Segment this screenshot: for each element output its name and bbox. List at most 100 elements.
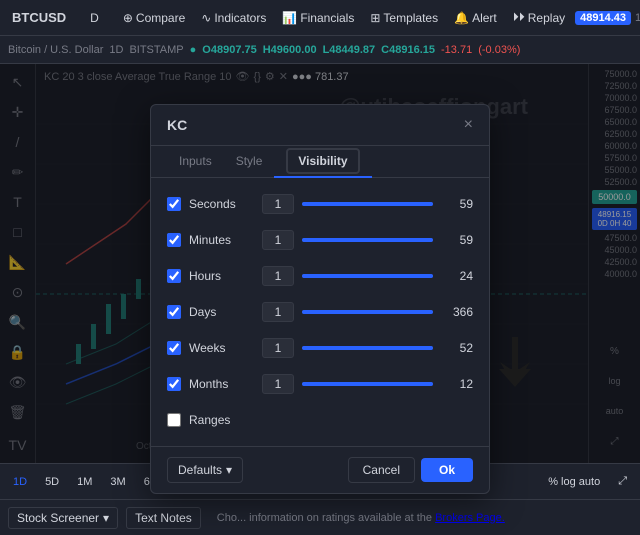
expand-icon[interactable]: ⤢ [613, 473, 632, 490]
timeframe-label: D [90, 11, 99, 25]
alert-label: Alert [472, 11, 497, 25]
main-toolbar: BTCUSD D ⊕ Compare ∿ Indicators 📊 Financ… [0, 0, 640, 36]
minutes-min-input[interactable] [262, 230, 294, 250]
action-buttons: Cancel Ok [348, 457, 473, 483]
text-notes-button[interactable]: Text Notes [126, 507, 201, 529]
weeks-max-value: 52 [441, 341, 473, 355]
months-checkbox[interactable] [167, 377, 181, 391]
minutes-row: Minutes 59 [167, 222, 473, 258]
change-value: -13.71 [441, 44, 472, 56]
templates-button[interactable]: ⊞ Templates [364, 8, 444, 28]
minutes-label: Minutes [189, 233, 254, 247]
time-1d[interactable]: 1D [8, 474, 32, 490]
months-max-value: 12 [441, 377, 473, 391]
replay-icon: ⏵⏵ [513, 10, 525, 25]
months-fill [302, 382, 433, 386]
hours-fill [302, 274, 433, 278]
change-pct: (-0.03%) [478, 44, 520, 56]
exchange-label: BITSTAMP [129, 44, 183, 56]
open-price: O48907.75 [202, 44, 256, 56]
tab-visibility[interactable]: Visibility [274, 146, 371, 178]
tab-inputs[interactable]: Inputs [167, 146, 224, 178]
price-badge-1: 48914.43 [575, 11, 631, 25]
indicators-icon: ∿ [201, 11, 211, 25]
cancel-button[interactable]: Cancel [348, 457, 415, 483]
weeks-label: Weeks [189, 341, 254, 355]
log-btn[interactable]: % log auto [543, 474, 605, 490]
compare-button[interactable]: ⊕ Compare [117, 8, 191, 28]
screener-chevron-icon: ▾ [103, 511, 109, 525]
hours-max-value: 24 [441, 269, 473, 283]
ranges-row: Ranges [167, 402, 473, 438]
months-slider[interactable] [302, 382, 433, 386]
alert-icon: 🔔 [454, 11, 469, 25]
dot-indicator: ● [190, 44, 197, 56]
chevron-down-icon: ▾ [226, 463, 232, 477]
modal-title: KC [167, 117, 187, 133]
financials-button[interactable]: 📊 Financials [276, 8, 360, 28]
indicators-label: Indicators [214, 11, 266, 25]
symbol-selector[interactable]: BTCUSD [6, 7, 72, 28]
days-label: Days [189, 305, 254, 319]
kc-settings-modal: KC × Inputs Style Visibility Seconds [150, 104, 490, 494]
symbol-label: BTCUSD [12, 10, 66, 25]
high-price: H49600.00 [263, 44, 317, 56]
info-bar: Bitcoin / U.S. Dollar 1D BITSTAMP ● O489… [0, 36, 640, 64]
replay-button[interactable]: ⏵⏵ Replay [507, 7, 571, 28]
months-min-input[interactable] [262, 374, 294, 394]
time-3m[interactable]: 3M [105, 474, 130, 490]
seconds-row: Seconds 59 [167, 186, 473, 222]
minutes-checkbox[interactable] [167, 233, 181, 247]
defaults-label: Defaults [178, 463, 222, 477]
minutes-max-value: 59 [441, 233, 473, 247]
months-label: Months [189, 377, 254, 391]
bottom-info: Cho... information on ratings available … [209, 512, 632, 524]
indicators-button[interactable]: ∿ Indicators [195, 8, 272, 28]
modal-footer: Defaults ▾ Cancel Ok [151, 446, 489, 493]
hours-min-input[interactable] [262, 266, 294, 286]
days-checkbox[interactable] [167, 305, 181, 319]
bottom-toolbar: Stock Screener ▾ Text Notes Cho... infor… [0, 499, 640, 535]
main-area: ↖ ✛ / ✏ T □ 📐 ⊙ 🔍 🔒 👁 🗑 TV KC 20 3 close… [0, 64, 640, 463]
templates-icon: ⊞ [370, 11, 380, 25]
stock-screener-button[interactable]: Stock Screener ▾ [8, 507, 118, 529]
days-min-input[interactable] [262, 302, 294, 322]
modal-overlay: KC × Inputs Style Visibility Seconds [0, 64, 640, 463]
time-1m[interactable]: 1M [72, 474, 97, 490]
days-fill [302, 310, 433, 314]
days-row: Days 366 [167, 294, 473, 330]
screener-label: Stock Screener [17, 511, 99, 525]
timeframe-selector[interactable]: D [84, 8, 105, 28]
tab-style[interactable]: Style [224, 146, 275, 178]
weeks-min-input[interactable] [262, 338, 294, 358]
weeks-checkbox[interactable] [167, 341, 181, 355]
days-slider[interactable] [302, 310, 433, 314]
low-price: L48449.87 [323, 44, 376, 56]
defaults-button[interactable]: Defaults ▾ [167, 457, 243, 483]
seconds-min-input[interactable] [262, 194, 294, 214]
arrow-indicator [495, 337, 535, 395]
replay-label: Replay [528, 11, 565, 25]
modal-close-button[interactable]: × [464, 117, 473, 133]
weeks-fill [302, 346, 433, 350]
financials-label: Financials [300, 11, 354, 25]
ok-button[interactable]: Ok [421, 458, 473, 482]
modal-header: KC × [151, 105, 489, 146]
minutes-fill [302, 238, 433, 242]
badge-sub: 14.09 [635, 12, 640, 24]
weeks-slider[interactable] [302, 346, 433, 350]
time-5d[interactable]: 5D [40, 474, 64, 490]
hours-checkbox[interactable] [167, 269, 181, 283]
seconds-slider[interactable] [302, 202, 433, 206]
modal-body: Seconds 59 Minutes 59 [151, 178, 489, 446]
brokers-link[interactable]: Brokers Page. [435, 512, 505, 524]
compare-label: Compare [136, 11, 185, 25]
hours-slider[interactable] [302, 274, 433, 278]
seconds-checkbox[interactable] [167, 197, 181, 211]
ranges-checkbox[interactable] [167, 413, 181, 427]
hours-row: Hours 24 [167, 258, 473, 294]
close-price: C48916.15 [381, 44, 435, 56]
alert-button[interactable]: 🔔 Alert [448, 8, 503, 28]
templates-label: Templates [383, 11, 438, 25]
minutes-slider[interactable] [302, 238, 433, 242]
